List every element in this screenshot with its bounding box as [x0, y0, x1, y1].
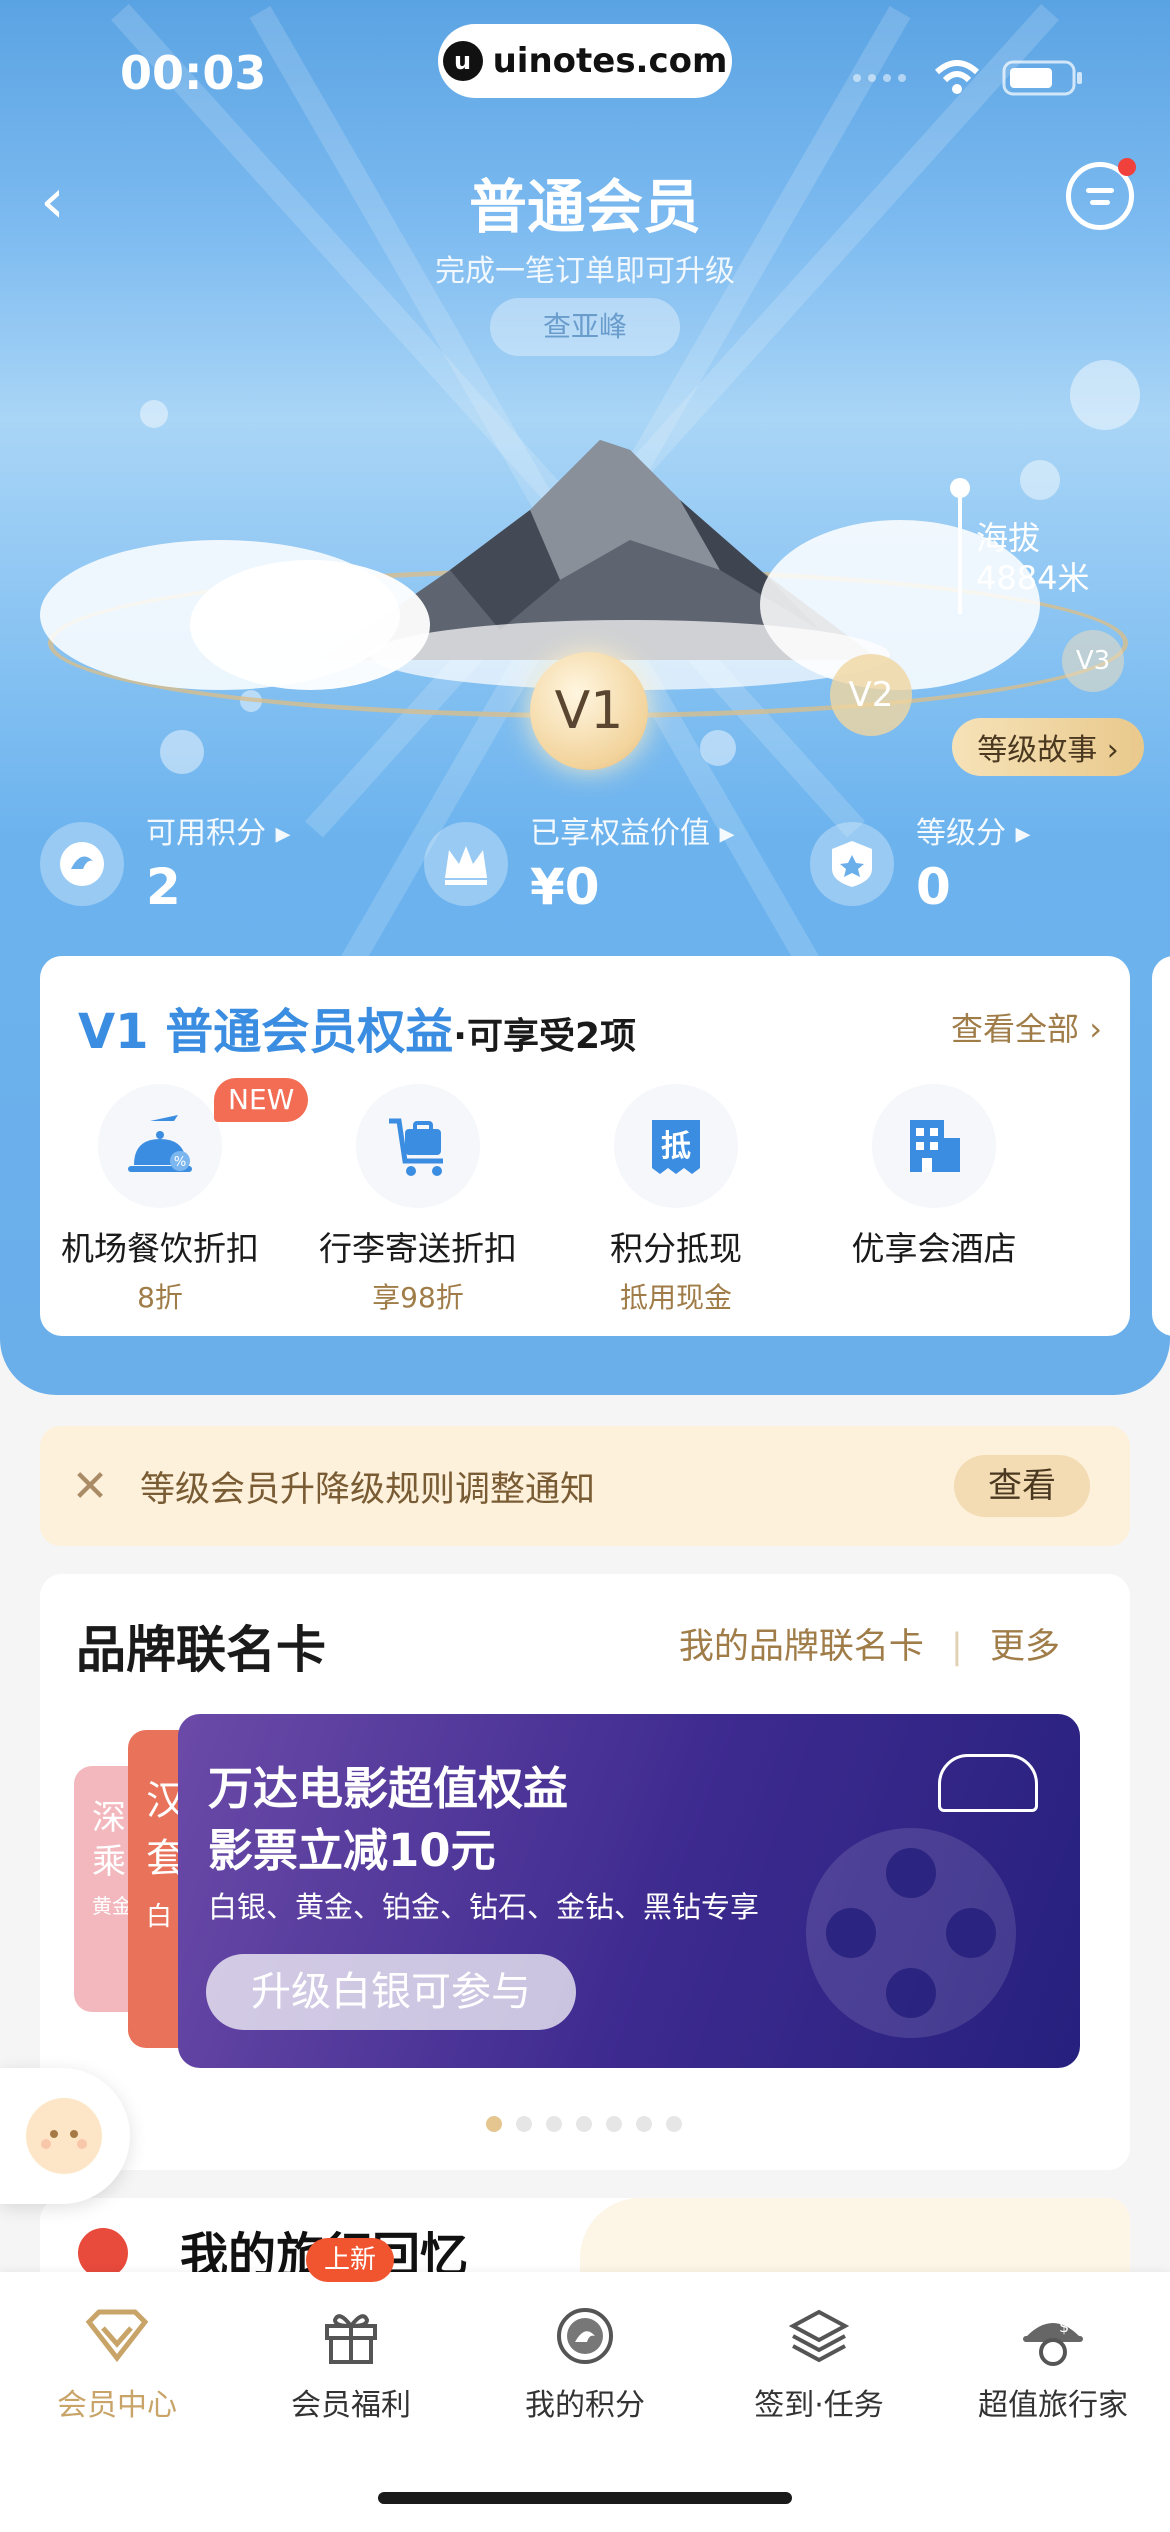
assistant-float-button[interactable] — [0, 2068, 130, 2204]
benefit-item[interactable]: 行李寄送折扣 享98折 — [298, 1084, 538, 1316]
luggage-cart-icon — [356, 1084, 480, 1208]
my-brand-cards-link[interactable]: 我的品牌联名卡 — [679, 1627, 924, 1667]
tab-checkin-tasks[interactable]: 签到·任务 — [702, 2304, 936, 2424]
tab-my-points[interactable]: 我的积分 — [468, 2304, 702, 2424]
new-badge: NEW — [214, 1078, 309, 1122]
tab-label: 会员福利 — [291, 2388, 411, 2423]
site-logo-icon: u — [442, 41, 483, 81]
upgrade-silver-button[interactable]: 升级白银可参与 — [206, 1954, 576, 2030]
airport-dining-icon: % — [98, 1084, 222, 1208]
gift-icon — [319, 2304, 383, 2368]
next-card-peek — [1152, 956, 1170, 1336]
wanda-logo-icon — [938, 1754, 1038, 1812]
tab-member-welfare[interactable]: 会员福利 — [234, 2304, 468, 2424]
points-coin-icon — [553, 2304, 617, 2368]
tab-label: 会员中心 — [57, 2388, 177, 2423]
battery-icon — [1002, 60, 1082, 96]
benefit-item[interactable]: 抵 积分抵现 抵用现金 — [556, 1084, 796, 1316]
brand-links: 我的品牌联名卡 | 更多 — [678, 1627, 1060, 1667]
level-story-button[interactable]: 等级故事 › — [952, 718, 1144, 776]
stat-benefit-value[interactable]: 已享权益价值 ▸ ¥0 — [424, 808, 735, 918]
stat-level-score[interactable]: 等级分 ▸ 0 — [810, 808, 1031, 918]
brand-cards-section: 品牌联名卡 我的品牌联名卡 | 更多 深乘黄金 汉套白 万达电影超值权益 影票立… — [40, 1574, 1130, 2170]
unread-dot — [1118, 158, 1136, 176]
status-icons — [852, 58, 1084, 98]
benefit-item[interactable]: 优享会酒店 — [814, 1084, 1054, 1276]
stat-label: 已享权益价值 ▸ — [530, 816, 735, 851]
see-all-link[interactable]: 查看全部 › — [951, 1004, 1102, 1050]
tab-label: 签到·任务 — [754, 2388, 884, 2423]
card-headline: 万达电影超值权益 影票立减10元 — [208, 1762, 569, 1877]
points-icon — [40, 822, 124, 906]
benefits-card: V1 普通会员权益·可享受2项 查看全部 › % 机场餐饮折扣 8折 NEW 行… — [40, 956, 1130, 1336]
tab-label: 超值旅行家 — [978, 2388, 1128, 2423]
notice-text: 等级会员升降级规则调整通知 — [140, 1469, 596, 1510]
level-v3-node[interactable]: V3 — [1062, 630, 1124, 692]
level-v2-node[interactable]: V2 — [830, 654, 912, 736]
stat-label: 可用积分 ▸ — [146, 816, 291, 851]
stat-value: 0 — [916, 858, 951, 916]
location-pin-icon — [67, 2217, 139, 2278]
benefit-name: 积分抵现 — [610, 1229, 742, 1268]
benefit-desc: 抵用现金 — [619, 1281, 732, 1314]
svg-text:%: % — [174, 1155, 186, 1170]
stat-value: ¥0 — [530, 858, 600, 916]
home-indicator[interactable] — [378, 2492, 792, 2504]
tab-member-center[interactable]: 会员中心 — [0, 2304, 234, 2424]
stat-value: 2 — [146, 858, 181, 916]
view-notice-button[interactable]: 查看 — [954, 1455, 1090, 1517]
stat-label: 等级分 ▸ — [916, 816, 1031, 851]
benefit-name: 机场餐饮折扣 — [61, 1229, 259, 1268]
level-v1-node[interactable]: V1 — [530, 652, 648, 770]
film-reel-icon — [806, 1828, 1016, 2038]
benefit-desc: 8折 — [137, 1281, 183, 1314]
tab-value-traveler[interactable]: $ 超值旅行家 — [936, 2304, 1170, 2424]
travel-memory-section[interactable]: 我的旅行回忆 — [40, 2198, 1130, 2278]
svg-text:$: $ — [1059, 2317, 1069, 2336]
deduct-icon: 抵 — [614, 1084, 738, 1208]
carousel-indicator — [486, 2116, 682, 2132]
section-title: 品牌联名卡 — [76, 1621, 326, 1679]
layers-icon — [787, 2304, 851, 2368]
page-title: 普通会员 — [468, 173, 701, 241]
more-link[interactable]: 更多 — [990, 1627, 1060, 1667]
location-tag[interactable]: 查亚峰 — [490, 298, 680, 356]
tab-label: 我的积分 — [525, 2388, 645, 2423]
benefit-desc: 享98折 — [372, 1281, 464, 1314]
vip-diamond-icon — [85, 2304, 149, 2368]
wifi-icon — [934, 60, 980, 94]
traveler-icon: $ — [1021, 2304, 1085, 2368]
page-subtitle: 完成一笔订单即可升级 — [435, 254, 735, 289]
signal-icon — [853, 74, 906, 82]
stat-points[interactable]: 可用积分 ▸ 2 — [40, 808, 291, 918]
altitude-info: 海拔 4884米 — [976, 519, 1090, 597]
benefit-name: 行李寄送折扣 — [319, 1229, 517, 1268]
assistant-face-icon — [26, 2098, 102, 2174]
hotel-icon — [872, 1084, 996, 1208]
benefits-title: V1 普通会员权益·可享受2项 — [78, 1004, 636, 1060]
benefit-name: 优享会酒店 — [851, 1229, 1017, 1268]
card-levels: 白银、黄金、铂金、钻石、金钻、黑钻专享 — [208, 1890, 760, 1924]
site-watermark: u uinotes.com — [438, 24, 732, 98]
new-tag-badge: 上新 — [306, 2238, 395, 2282]
badge-icon — [810, 822, 894, 906]
status-time: 00:03 — [120, 46, 267, 100]
rule-notice-bar: ✕ 等级会员升降级规则调整通知 查看 — [40, 1426, 1130, 1546]
crown-icon — [424, 822, 508, 906]
close-icon[interactable]: ✕ — [40, 1461, 140, 1512]
svg-text:抵: 抵 — [661, 1129, 691, 1164]
brand-card-wanda[interactable]: 万达电影超值权益 影票立减10元 白银、黄金、铂金、钻石、金钻、黑钻专享 升级白… — [178, 1714, 1080, 2068]
